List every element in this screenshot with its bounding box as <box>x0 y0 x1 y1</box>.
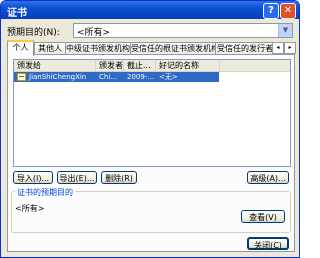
tab-trusted-root-ca[interactable]: 受信任的根证书颁发机构 <box>130 42 216 54</box>
table-row[interactable]: JianShiChengXin Chi... 2009-... <无> <box>14 72 219 82</box>
cell-issued-to: JianShiChengXin <box>29 73 87 81</box>
cell-issuer: Chi... <box>99 73 117 81</box>
certificate-icon <box>17 73 26 81</box>
tab-intermediate-ca[interactable]: 中级证书颁发机构 <box>65 42 131 54</box>
tab-personal[interactable]: 个人 <box>7 40 34 56</box>
tab-trusted-publishers[interactable]: 受信任的发行者 <box>215 42 275 54</box>
column-issued-to[interactable]: 颁发给 <box>14 60 96 71</box>
certificate-list[interactable]: 颁发给 颁发者 截止... 好记的名称 JianShiChengXin Chi.… <box>13 59 291 167</box>
title-bar[interactable]: 证书 ? ✕ <box>1 1 299 19</box>
tab-scroll-left-icon[interactable]: ◂ <box>272 42 284 54</box>
cell-expiration: 2009-... <box>127 73 155 81</box>
view-button[interactable]: 查看(V) <box>241 210 285 223</box>
purpose-label: 预期目的(N): <box>7 28 60 38</box>
intended-purposes-value: <所有> <box>15 204 45 213</box>
purpose-value: <所有> <box>77 28 111 38</box>
chevron-down-icon[interactable]: ▼ <box>278 24 292 37</box>
column-friendly-name[interactable]: 好记的名称 <box>156 60 220 71</box>
cell-friendly-name: <无> <box>159 73 178 81</box>
list-header: 颁发给 颁发者 截止... 好记的名称 <box>14 60 290 72</box>
tab-other-people[interactable]: 其他人 <box>34 42 66 54</box>
remove-button[interactable]: 删除(R) <box>101 171 137 184</box>
help-icon[interactable]: ? <box>263 3 279 19</box>
import-button[interactable]: 导入(I)... <box>13 171 53 184</box>
column-expiration[interactable]: 截止... <box>124 60 156 71</box>
tab-scroll-right-icon[interactable]: ▸ <box>284 42 296 54</box>
column-issuer[interactable]: 颁发者 <box>96 60 124 71</box>
close-button[interactable]: 关闭(C) <box>247 237 289 250</box>
purpose-dropdown[interactable]: <所有> ▼ <box>73 23 293 38</box>
tab-strip: 个人 其他人 中级证书颁发机构 受信任的根证书颁发机构 受信任的发行者 ◂ ▸ <box>7 40 296 56</box>
intended-purposes-label: 证书的预期目的 <box>15 187 75 198</box>
window-title: 证书 <box>7 8 27 19</box>
certificates-dialog: 证书 ? ✕ 预期目的(N): <所有> ▼ 个人 其他人 中级证书颁发机构 受… <box>0 0 300 258</box>
close-icon[interactable]: ✕ <box>280 3 296 19</box>
advanced-button[interactable]: 高级(A)... <box>247 171 289 184</box>
export-button[interactable]: 导出(E)... <box>57 171 97 184</box>
